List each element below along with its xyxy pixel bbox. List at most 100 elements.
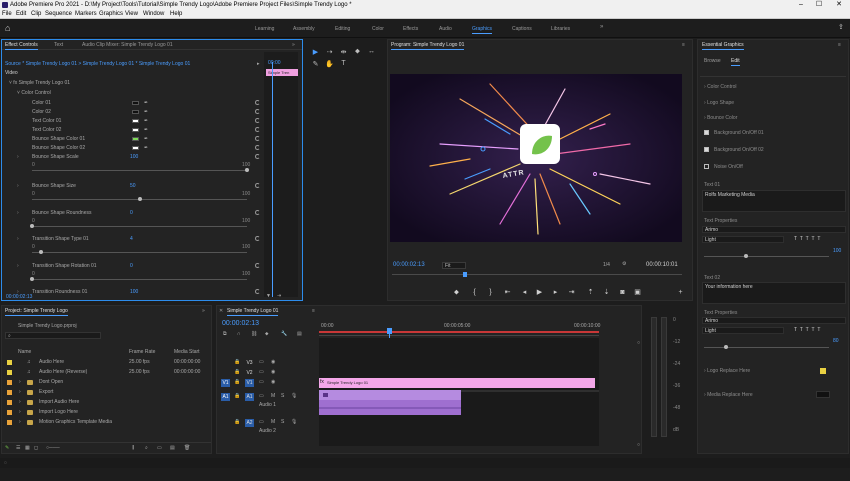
tab-effect-controls[interactable]: Effect Controls xyxy=(5,42,38,50)
reset-icon[interactable] xyxy=(255,263,260,268)
list-view-icon[interactable]: ☰ xyxy=(16,445,20,451)
eg-menu-icon[interactable]: ≡ xyxy=(838,42,841,48)
color-swatch[interactable] xyxy=(132,110,139,114)
size1-value[interactable]: 100 xyxy=(833,248,841,254)
param-slider-knob[interactable] xyxy=(137,197,142,201)
sync-lock-icon[interactable]: ▭ xyxy=(259,419,264,425)
source-patch[interactable]: V1 xyxy=(221,379,230,387)
nest-icon[interactable]: ⧉ xyxy=(223,331,227,337)
camera-icon[interactable]: ◙ xyxy=(618,289,627,297)
bg-onoff-02-checkbox[interactable] xyxy=(704,147,709,152)
sync-lock-icon[interactable]: ▭ xyxy=(259,359,264,365)
add-marker-icon[interactable]: ⬥ xyxy=(452,289,461,297)
param-value[interactable]: 50 xyxy=(130,183,136,189)
lock-icon[interactable]: 🔒 xyxy=(234,369,240,375)
new-item-icon[interactable]: ▤ xyxy=(170,445,175,451)
project-item[interactable]: › Dont Open xyxy=(5,378,210,388)
track-target[interactable]: V1 xyxy=(245,379,254,387)
label-color-swatch[interactable] xyxy=(7,390,12,395)
track-header-v1[interactable]: V1 🔒 V1 ▭ ◉ xyxy=(219,378,317,390)
menu-graphics[interactable]: Graphics xyxy=(99,11,123,17)
freeform-view-icon[interactable]: ◻ xyxy=(34,445,38,451)
param-slider-knob[interactable] xyxy=(30,277,34,281)
menu-sequence[interactable]: Sequence xyxy=(45,11,72,17)
reset-icon[interactable] xyxy=(255,100,260,105)
param-slider[interactable] xyxy=(32,226,247,227)
eyedropper-icon[interactable]: ✒ xyxy=(144,145,148,151)
color-swatch[interactable] xyxy=(132,119,139,123)
ripple-edit-tool-icon[interactable]: ⇹ xyxy=(339,48,348,56)
workspace-libraries[interactable]: Libraries xyxy=(551,26,570,32)
mark-in-icon[interactable]: { xyxy=(470,289,479,297)
source-patch[interactable]: A1 xyxy=(221,393,230,401)
media-replace-row[interactable]: › Media Replace Here xyxy=(704,392,753,398)
eyedropper-icon[interactable]: ✒ xyxy=(144,136,148,142)
reset-icon[interactable] xyxy=(255,236,260,241)
project-item[interactable]: ♫ Audio Here (Reverse) 25.00 fps 00:00:00:0… xyxy=(5,368,210,378)
menu-edit[interactable]: Edit xyxy=(16,11,26,17)
color-swatch[interactable] xyxy=(132,101,139,105)
minimize-button[interactable]: – xyxy=(794,0,808,10)
close-button[interactable]: ✕ xyxy=(832,0,846,10)
hand-tool-icon[interactable]: ✋ xyxy=(325,60,334,68)
lift-icon[interactable]: ⇡ xyxy=(586,289,595,297)
workspace-color[interactable]: Color xyxy=(372,26,384,32)
media-replace-thumb[interactable] xyxy=(816,391,830,398)
label-color-swatch[interactable] xyxy=(7,380,12,385)
workspace-effects[interactable]: Effects xyxy=(403,26,418,32)
settings-wrench-icon[interactable]: ⚙ xyxy=(622,261,626,267)
workspace-learning[interactable]: Learning xyxy=(255,26,274,32)
eyedropper-icon[interactable]: ✒ xyxy=(144,118,148,124)
mute-button[interactable]: M xyxy=(271,393,275,399)
eyedropper-icon[interactable]: ✒ xyxy=(144,109,148,115)
size-slider-1[interactable] xyxy=(704,256,829,257)
param-slider-knob[interactable] xyxy=(38,250,43,254)
project-item[interactable]: › Motion Graphics Template Media xyxy=(5,418,210,428)
linked-selection-icon[interactable]: ⛓ xyxy=(251,331,257,337)
comparison-view-icon[interactable]: ▣ xyxy=(633,289,642,297)
selection-tool-icon[interactable]: ▶ xyxy=(311,48,320,56)
tab-audio-clip-mixer[interactable]: Audio Clip Mixer: Simple Trendy Logo 01 xyxy=(82,42,173,48)
sequence-menu-icon[interactable]: ≡ xyxy=(312,308,315,314)
fit-dropdown[interactable]: Fit xyxy=(442,262,466,269)
noise-onoff-checkbox[interactable] xyxy=(704,164,709,169)
delete-icon[interactable]: 🗑 xyxy=(184,445,190,451)
extract-icon[interactable]: ⇣ xyxy=(602,289,611,297)
tab-essential-graphics[interactable]: Essential Graphics xyxy=(702,42,744,50)
track-header-a1[interactable]: A1 🔒 A1 ▭ M S 🎙 Audio 1 xyxy=(219,392,317,416)
size-slider-1-knob[interactable] xyxy=(744,254,748,258)
param-value[interactable]: 0 xyxy=(130,263,133,269)
solo-button[interactable]: S xyxy=(281,393,284,399)
mini-clip[interactable]: Simple Tren xyxy=(266,69,298,76)
lock-icon[interactable]: 🔒 xyxy=(234,379,240,385)
col-frame-rate[interactable]: Frame Rate xyxy=(129,349,155,355)
sync-lock-icon[interactable]: ▭ xyxy=(259,379,264,385)
text-format-icons-2[interactable]: T T T T T xyxy=(794,327,820,333)
project-search-input[interactable]: ⌕ xyxy=(5,332,101,339)
automate-icon[interactable]: ⫼ xyxy=(132,445,134,451)
param-value[interactable]: 4 xyxy=(130,236,133,242)
logo-replace-row[interactable]: › Logo Replace Here xyxy=(704,368,750,374)
style-dropdown-1[interactable]: Light xyxy=(702,236,784,243)
mark-out-icon[interactable]: } xyxy=(486,289,495,297)
mute-button[interactable]: M xyxy=(271,419,275,425)
param-slider-knob[interactable] xyxy=(245,168,249,172)
tab-text[interactable]: Text xyxy=(54,42,63,48)
expand-toggle-icon[interactable]: › xyxy=(17,183,19,189)
col-media-start[interactable]: Media Start xyxy=(174,349,200,355)
label-color-swatch[interactable] xyxy=(7,410,12,415)
share-icon[interactable]: ⇪ xyxy=(838,23,844,31)
expand-toggle-icon[interactable]: › xyxy=(17,210,19,216)
track-target[interactable]: A1 xyxy=(245,393,254,401)
label-color-swatch[interactable] xyxy=(7,400,12,405)
eyedropper-icon[interactable]: ✒ xyxy=(144,100,148,106)
param-slider[interactable] xyxy=(32,170,247,171)
logo-replace-swatch[interactable] xyxy=(820,368,826,374)
type-tool-icon[interactable]: T xyxy=(339,60,348,67)
quality-dropdown[interactable]: 1/4 xyxy=(603,262,610,268)
workspace-graphics[interactable]: Graphics xyxy=(472,26,493,34)
timeline-scroll-dot-2[interactable]: ○ xyxy=(637,442,640,448)
param-value[interactable]: 100 xyxy=(130,289,138,295)
color-swatch[interactable] xyxy=(132,128,139,132)
menu-markers[interactable]: Markers xyxy=(75,11,97,17)
